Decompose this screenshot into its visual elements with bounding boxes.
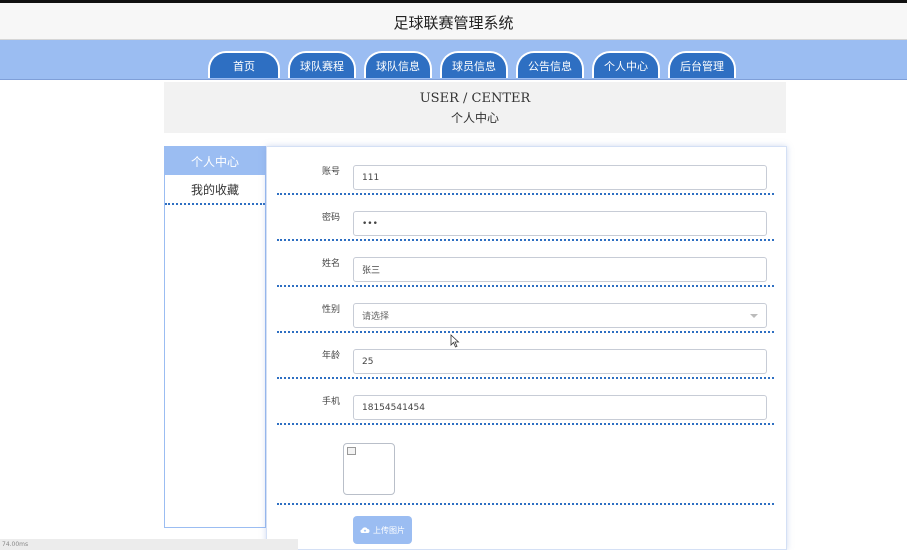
nav-tab-home[interactable]: 首页 [208,51,280,78]
upload-image-button[interactable]: 上传图片 [353,516,412,544]
nav-tab-team-info[interactable]: 球队信息 [364,51,432,78]
age-label: 年龄 [321,350,340,361]
sidebar-item-user-center[interactable]: 个人中心 [165,147,265,175]
profile-form: 账号 111 密码 ••• 姓名 张三 性别 请选择 年龄 25 手机 1815… [266,146,787,550]
gender-label: 性别 [321,304,340,315]
form-row-name: 姓名 张三 [277,239,774,287]
nav-tab-announcements[interactable]: 公告信息 [516,51,584,78]
main-nav: 首页 球队赛程 球队信息 球员信息 公告信息 个人中心 后台管理 [0,40,907,80]
nav-tabs: 首页 球队赛程 球队信息 球员信息 公告信息 个人中心 后台管理 [208,51,744,78]
chevron-down-icon [750,314,758,318]
password-input[interactable]: ••• [353,211,767,236]
age-input[interactable]: 25 [353,349,767,374]
form-row-age: 年龄 25 [277,331,774,379]
broken-image-icon [347,447,356,455]
sidebar-item-favorites[interactable]: 我的收藏 [165,175,265,205]
form-row-password: 密码 ••• [277,193,774,241]
gender-select[interactable]: 请选择 [353,303,767,328]
cloud-upload-icon [360,527,370,534]
nav-tab-admin[interactable]: 后台管理 [668,51,736,78]
form-row-phone: 手机 18154541454 [277,377,774,425]
phone-label: 手机 [321,396,340,407]
gender-select-placeholder: 请选择 [362,312,390,322]
form-row-gender: 性别 请选择 [277,285,774,333]
name-input[interactable]: 张三 [353,257,767,282]
page-header: USER / CENTER 个人中心 [164,82,786,133]
site-title: 足球联赛管理系统 [393,14,514,32]
nav-tab-team-schedule[interactable]: 球队赛程 [288,51,356,78]
account-input[interactable]: 111 [353,165,767,190]
page-title-en: USER / CENTER [419,91,531,106]
password-label: 密码 [321,212,340,223]
page-title-cn: 个人中心 [450,111,499,125]
top-bar: 足球联赛管理系统 [0,0,907,40]
name-label: 姓名 [321,258,340,269]
mouse-cursor-icon [450,334,460,348]
account-label: 账号 [321,166,340,177]
phone-input[interactable]: 18154541454 [353,395,767,420]
nav-tab-user-center[interactable]: 个人中心 [592,51,660,78]
nav-tab-player-info[interactable]: 球员信息 [440,51,508,78]
form-row-account: 账号 111 [277,147,774,195]
avatar-preview [343,443,395,495]
sidebar: 个人中心 我的收藏 [164,146,266,528]
status-bar: 74.00ms [0,539,298,550]
upload-image-label: 上传图片 [373,525,405,535]
